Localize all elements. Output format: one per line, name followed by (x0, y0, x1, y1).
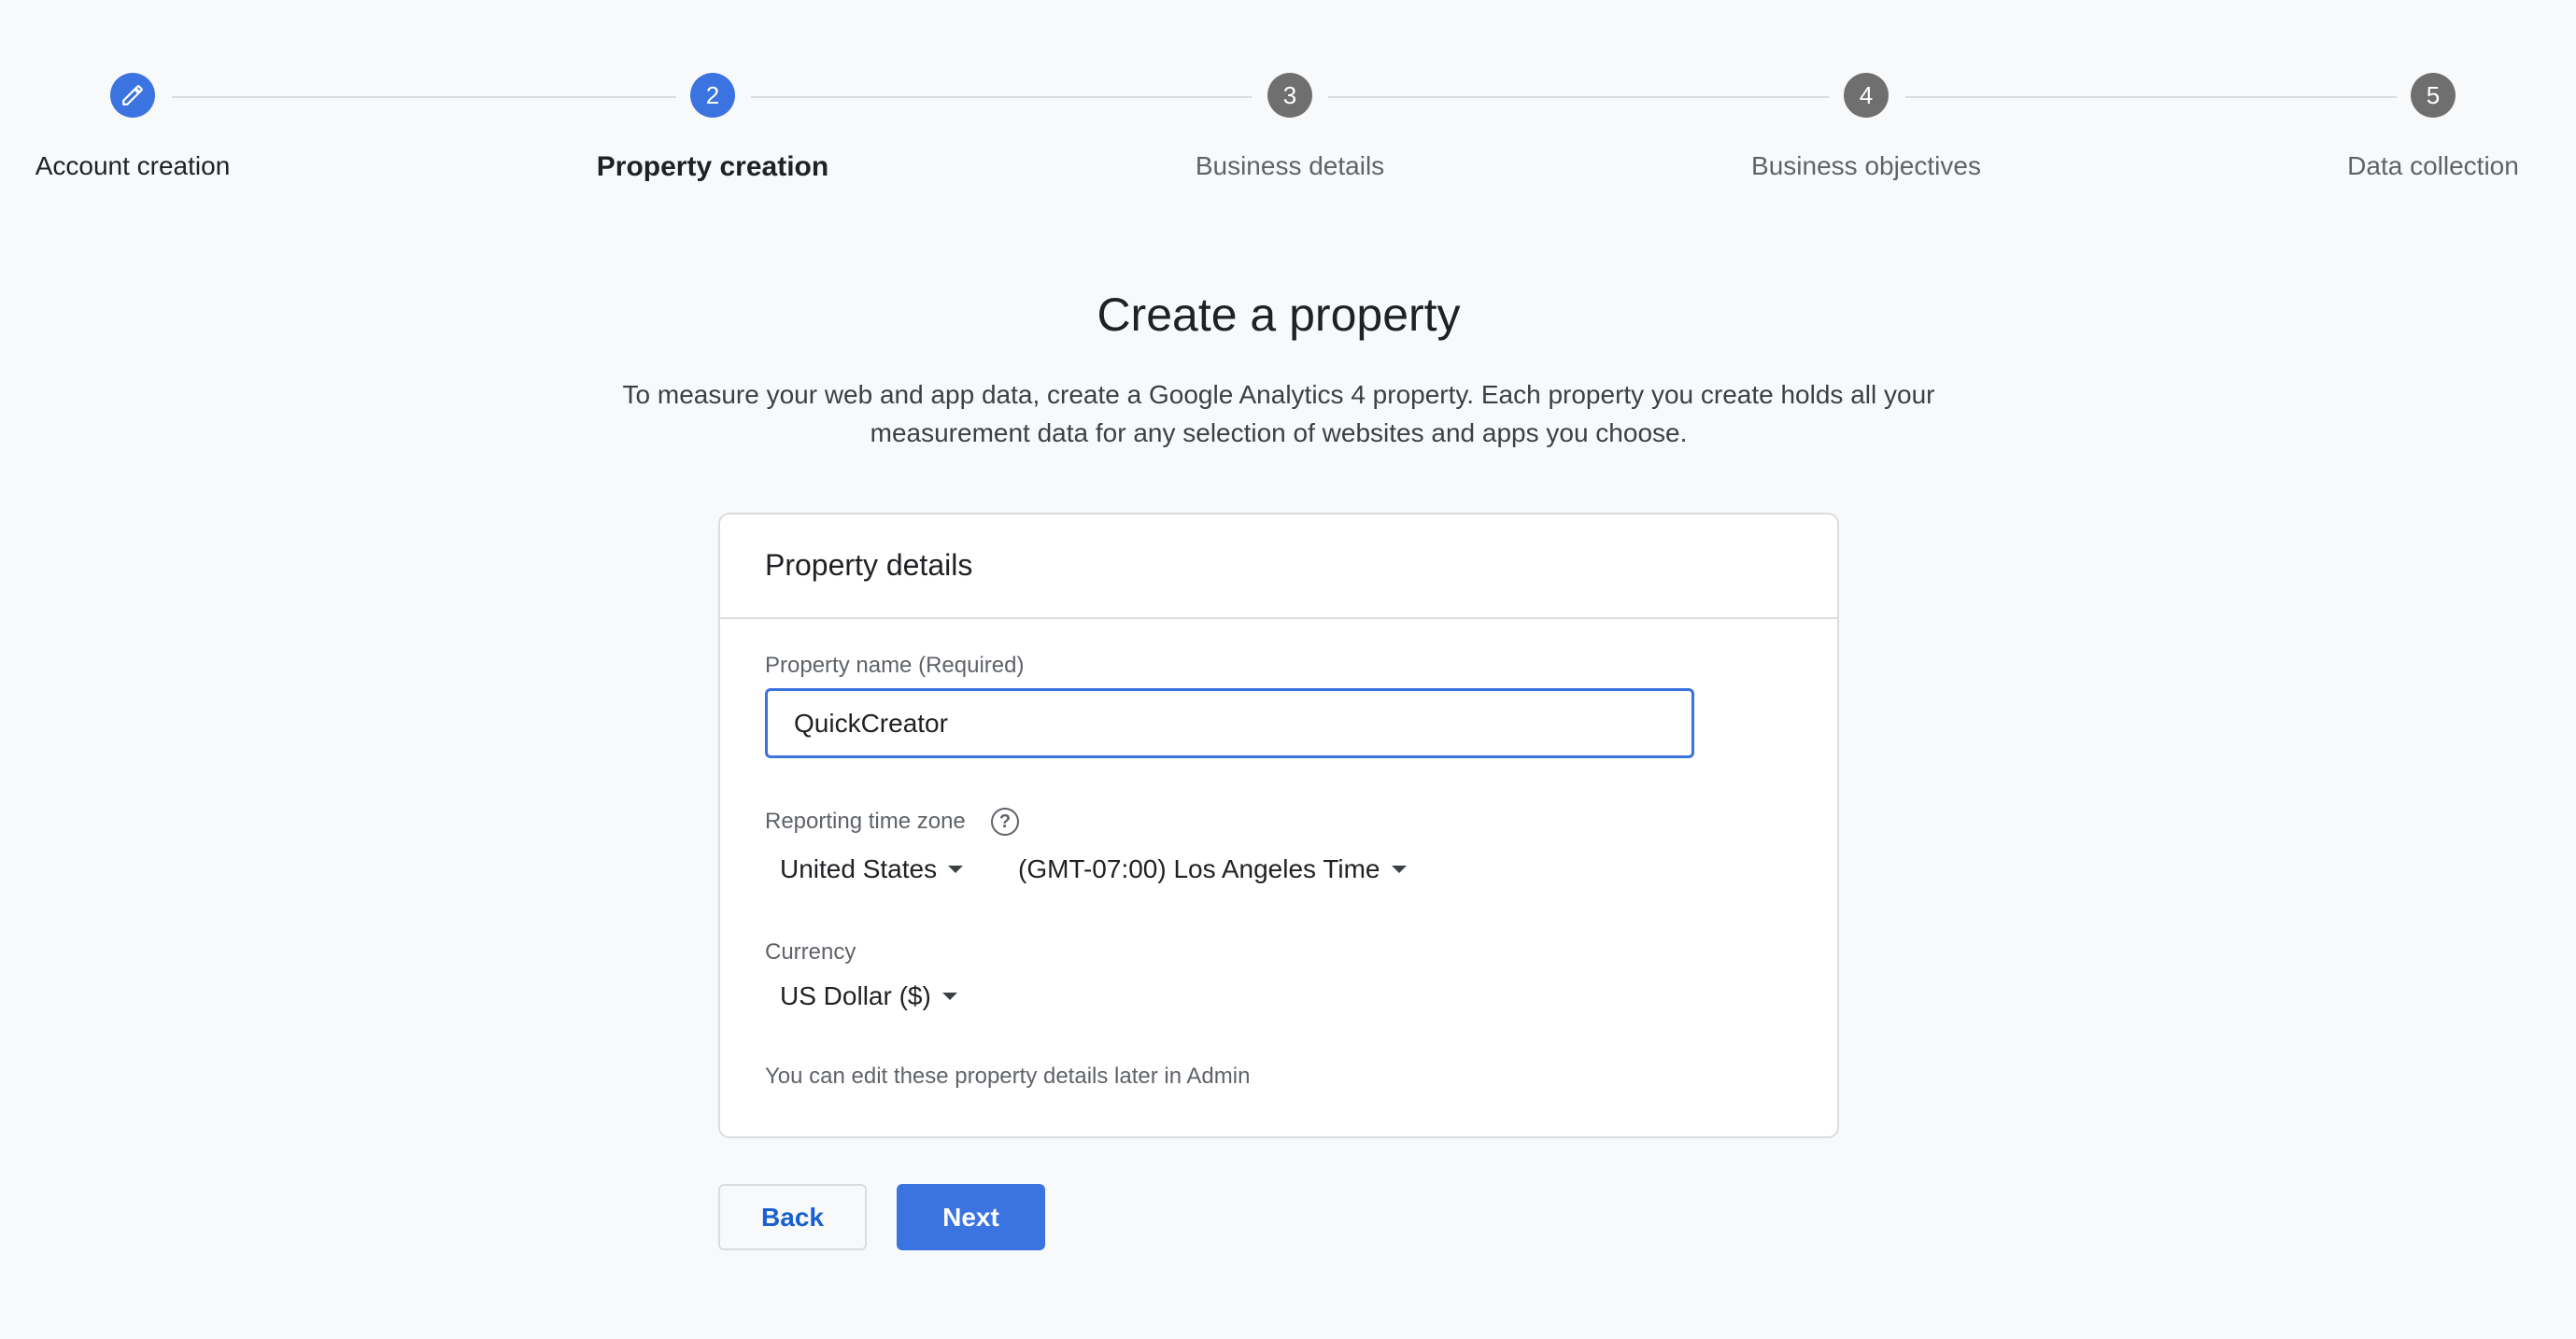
step-5-circle: 5 (2411, 73, 2456, 118)
help-circle-icon[interactable]: ? (991, 808, 1019, 836)
step-4-label: Business objectives (1751, 151, 1981, 180)
currency-value: US Dollar ($) (780, 981, 931, 1010)
stepper-connector (1905, 96, 2397, 98)
stepper-connector (751, 96, 1252, 98)
edit-later-note: You can edit these property details late… (765, 1064, 1251, 1089)
currency-dropdown[interactable]: US Dollar ($) (780, 981, 957, 1011)
timezone-dropdown[interactable]: (GMT-07:00) Los Angeles Time (1018, 854, 1407, 884)
step-2-label: Property creation (596, 151, 829, 182)
step-2-circle: 2 (690, 73, 735, 118)
currency-label: Currency (765, 939, 856, 965)
description-line-1: To measure your web and app data, create… (622, 380, 1935, 409)
caret-down-icon (1391, 866, 1407, 873)
property-name-input[interactable] (765, 688, 1694, 758)
caret-down-icon (941, 993, 957, 1000)
step-4-circle: 4 (1844, 73, 1889, 118)
property-details-card: Property details Property name (Required… (718, 513, 1839, 1138)
timezone-value: (GMT-07:00) Los Angeles Time (1018, 854, 1380, 883)
property-name-label: Property name (Required) (765, 653, 1025, 678)
pencil-icon (122, 85, 143, 106)
step-1-label: Account creation (35, 151, 231, 180)
stepper-connector (1328, 96, 1829, 98)
page-title: Create a property (1097, 289, 1461, 341)
timezone-label: Reporting time zone (765, 809, 966, 834)
country-value: United States (780, 854, 938, 883)
country-dropdown[interactable]: United States (780, 854, 964, 884)
description-line-2: measurement data for any selection of we… (870, 418, 1688, 447)
next-button[interactable]: Next (897, 1184, 1045, 1250)
step-1-circle[interactable] (110, 73, 155, 118)
step-3-label: Business details (1195, 151, 1385, 180)
caret-down-icon (948, 866, 964, 873)
step-5-label: Data collection (2347, 151, 2519, 180)
step-3-circle: 3 (1267, 73, 1312, 118)
back-button[interactable]: Back (718, 1184, 867, 1250)
page-description: To measure your web and app data, create… (0, 375, 2557, 452)
stepper-connector (172, 96, 676, 98)
card-title: Property details (765, 548, 973, 582)
card-header: Property details (720, 514, 1837, 619)
